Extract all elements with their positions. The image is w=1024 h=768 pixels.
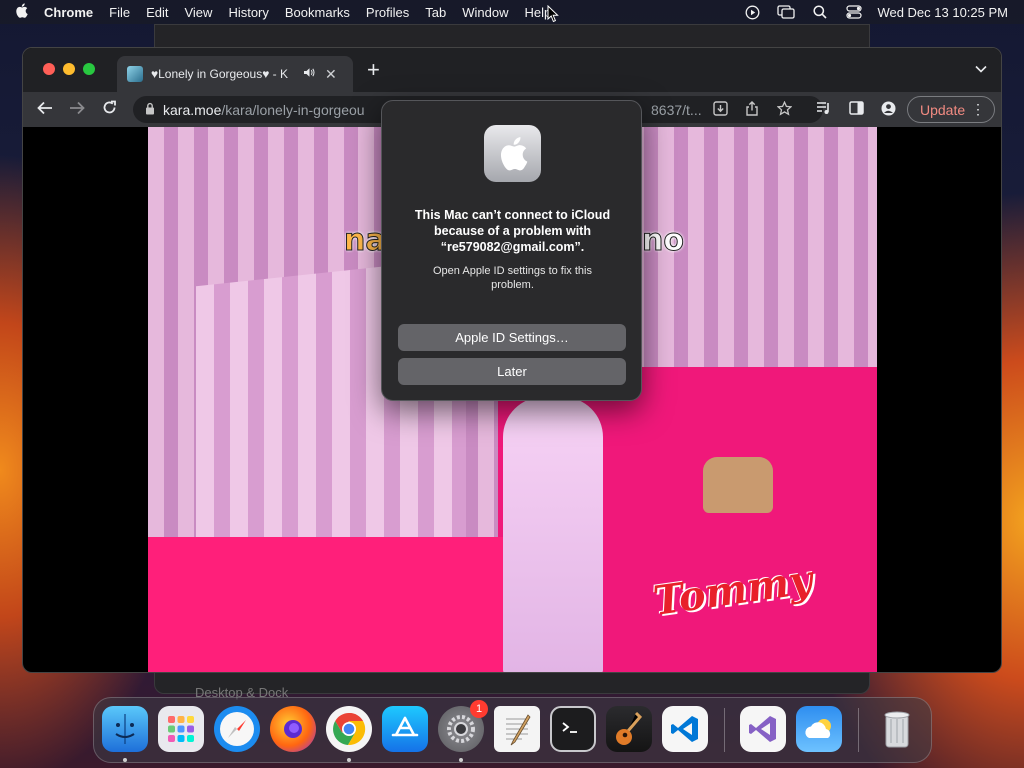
apple-id-settings-button[interactable]: Apple ID Settings… [398,324,626,351]
menu-edit[interactable]: Edit [138,5,176,20]
caption-right: no [642,223,685,259]
control-center-icon[interactable] [837,0,871,24]
alert-body: Open Apple ID settings to fix this probl… [433,265,592,291]
running-indicator [347,758,351,762]
firefox-icon[interactable] [270,706,316,752]
url-path: /kara/lonely-in-gorgeou [221,101,365,118]
menubar: Chrome File Edit View History Bookmarks … [0,0,1024,24]
status-area: Wed Dec 13 10:25 PM [735,0,1024,24]
close-tab-icon[interactable]: ✕ [325,66,337,83]
visual-studio-icon[interactable] [740,706,786,752]
running-indicator [459,758,463,762]
profile-avatar-icon[interactable] [881,101,896,119]
apple-menu-icon[interactable] [0,2,42,22]
new-tab-button[interactable]: + [367,58,380,82]
garageband-icon[interactable] [606,706,652,752]
menu-profiles[interactable]: Profiles [358,5,417,20]
menu-bookmarks[interactable]: Bookmarks [277,5,358,20]
later-button[interactable]: Later [398,358,626,385]
system-settings-icon[interactable]: 1 [438,700,488,752]
minimize-window-button[interactable] [63,63,75,75]
side-panel-icon[interactable] [849,101,864,118]
textedit-icon[interactable] [494,706,540,752]
update-label: Update [920,101,966,118]
spotlight-search-icon[interactable] [803,0,837,24]
mouse-cursor-icon [547,5,559,23]
handbag [703,457,773,513]
reload-button[interactable] [93,99,125,120]
menu-file[interactable]: File [101,5,138,20]
safari-icon[interactable] [214,706,260,752]
site-favicon-icon [127,66,143,82]
app-store-icon[interactable] [382,706,428,752]
dock-separator [724,708,725,752]
notification-badge: 1 [470,700,488,718]
pink-floor-left [148,537,508,672]
tab-bar: ♥Lonely in Gorgeous♥ - K ✕ + [23,48,1001,92]
menu-window[interactable]: Window [454,5,516,20]
more-menu-icon[interactable]: ⋮ [971,101,985,118]
terminal-icon[interactable] [550,706,596,752]
bookmark-star-icon[interactable] [776,100,793,119]
tab-title: ♥Lonely in Gorgeous♥ - K [151,67,288,81]
install-download-icon[interactable] [713,101,728,119]
screen-recording-icon[interactable] [735,0,769,24]
trash-icon[interactable] [874,706,920,752]
forward-button[interactable] [61,99,93,120]
menu-tab[interactable]: Tab [417,5,454,20]
running-indicator [123,758,127,762]
launchpad-icon[interactable] [158,706,204,752]
url-tail: 8637/t... [651,101,702,118]
close-window-button[interactable] [43,63,55,75]
dock: 1 [93,697,932,763]
browser-tab[interactable]: ♥Lonely in Gorgeous♥ - K ✕ [117,56,353,92]
lock-icon[interactable] [145,102,155,118]
chrome-icon[interactable] [326,706,372,752]
vscode-icon[interactable] [662,706,708,752]
menu-history[interactable]: History [220,5,276,20]
dock-separator [858,708,859,752]
menubar-clock[interactable]: Wed Dec 13 10:25 PM [877,5,1008,20]
update-button[interactable]: Update ⋮ [907,96,995,123]
media-controls-icon[interactable] [816,101,832,118]
apple-logo-icon [484,125,541,182]
person-figure [503,397,603,672]
finder-icon[interactable] [102,706,148,752]
menu-app-name[interactable]: Chrome [42,5,101,20]
url-host: kara.moe [163,101,222,118]
screen-mirroring-icon[interactable] [769,0,803,24]
weather-icon[interactable] [796,706,842,752]
icloud-alert-dialog: This Mac can’t connect to iCloud because… [381,100,642,401]
caption-left: na [344,223,387,259]
zoom-window-button[interactable] [83,63,95,75]
speaker-icon[interactable] [303,67,315,81]
back-button[interactable] [29,99,61,120]
alert-title: This Mac can’t connect to iCloud because… [414,208,611,254]
tab-search-chevron-icon[interactable] [975,62,987,76]
menu-view[interactable]: View [176,5,220,20]
share-icon[interactable] [745,101,759,119]
